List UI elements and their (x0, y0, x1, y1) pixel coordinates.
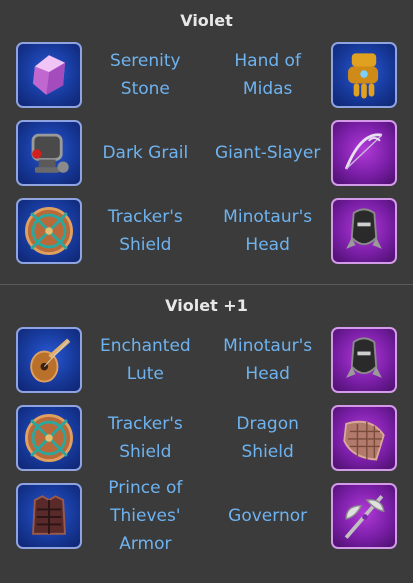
item-name-trackers-shield[interactable]: Tracker's Shield (86, 203, 204, 259)
item-name-trackers-shield[interactable]: Tracker's Shield (86, 410, 204, 466)
item-name-enchanted-lute[interactable]: Enchanted Lute (86, 332, 204, 388)
trackers-shield-icon[interactable] (16, 198, 82, 264)
item-name-serenity-stone[interactable]: Serenity Stone (86, 47, 204, 103)
section-divider (0, 284, 413, 285)
item-name-dragon-shield[interactable]: Dragon Shield (209, 410, 327, 466)
giant-slayer-icon[interactable] (330, 120, 397, 186)
trackers-shield-icon[interactable] (16, 405, 82, 471)
item-row: Enchanted Lute Minotaur's Head (0, 321, 413, 399)
governor-icon[interactable] (330, 483, 397, 549)
section-violet: Violet Serenity Stone Hand of Midas Dark… (0, 6, 413, 270)
item-name-dark-grail[interactable]: Dark Grail (86, 139, 204, 167)
minotaurs-head-icon[interactable] (330, 198, 397, 264)
minotaurs-head-icon[interactable] (330, 327, 397, 393)
item-row: Tracker's Shield Minotaur's Head (0, 192, 413, 270)
enchanted-lute-icon[interactable] (16, 327, 82, 393)
section-title: Violet +1 (165, 296, 248, 315)
dark-grail-icon[interactable] (16, 120, 82, 186)
item-name-prince-of-thieves-armor[interactable]: Prince of Thieves' Armor (86, 474, 204, 558)
item-name-hand-of-midas[interactable]: Hand of Midas (209, 47, 327, 103)
dragon-shield-icon[interactable] (330, 405, 397, 471)
item-name-minotaurs-head[interactable]: Minotaur's Head (209, 332, 327, 388)
item-name-minotaurs-head[interactable]: Minotaur's Head (209, 203, 327, 259)
item-name-governor[interactable]: Governor (209, 502, 327, 530)
item-row: Serenity Stone Hand of Midas (0, 36, 413, 114)
item-row: Prince of Thieves' Armor Governor (0, 477, 413, 555)
prince-of-thieves-armor-icon[interactable] (16, 483, 82, 549)
item-name-giant-slayer[interactable]: Giant-Slayer (209, 139, 327, 167)
serenity-stone-icon[interactable] (16, 42, 82, 108)
item-row: Dark Grail Giant-Slayer (0, 114, 413, 192)
section-violet-plus-1: Violet +1 Enchanted Lute Minotaur's Head (0, 291, 413, 555)
item-row: Tracker's Shield Dragon Shield (0, 399, 413, 477)
section-title: Violet (180, 11, 233, 30)
hand-of-midas-icon[interactable] (330, 42, 397, 108)
